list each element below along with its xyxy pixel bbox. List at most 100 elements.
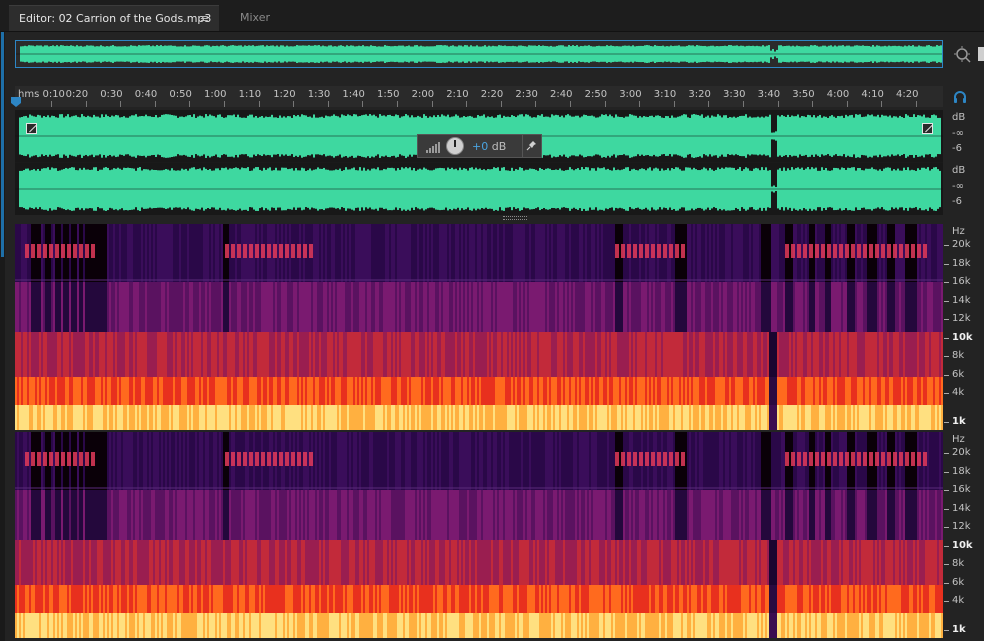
- time-tick: [189, 101, 191, 107]
- frequency-unit-label: Hz: [952, 434, 965, 445]
- time-tick: [673, 101, 675, 107]
- frequency-label: 6k: [952, 576, 965, 588]
- amplitude-label: -∞: [952, 128, 964, 139]
- panel-scroll-handle[interactable]: [978, 47, 984, 61]
- frequency-label: 1k: [952, 624, 966, 635]
- frequency-unit-label: Hz: [952, 226, 965, 237]
- amplitude-label: dB: [952, 165, 966, 176]
- frequency-label: 16k: [952, 484, 971, 495]
- amplitude-label: -6: [952, 196, 962, 207]
- panel-focus-indicator: [1, 32, 4, 257]
- volume-unit: dB: [491, 140, 507, 153]
- frequency-scale-right: Hz 20k 18k 16k 14k 12k 10k 8k 6k 4k 1k: [944, 432, 984, 638]
- time-tick-label: 2:00: [411, 89, 435, 100]
- frequency-label: 12k: [952, 521, 971, 532]
- spectral-display-right[interactable]: [15, 432, 943, 638]
- frequency-tick: [944, 319, 949, 320]
- frequency-tick: [944, 582, 949, 584]
- time-tick: [639, 101, 641, 107]
- time-tick: [85, 101, 87, 107]
- frequency-tick: [944, 527, 949, 528]
- time-tick: [120, 101, 122, 107]
- tab-editor[interactable]: Editor: 02 Carrion of the Gods.mp3 ≡: [9, 5, 219, 31]
- frequency-tick: [944, 630, 949, 631]
- frequency-tick: [944, 245, 949, 246]
- frequency-tick: [944, 545, 949, 547]
- frequency-tick: [944, 601, 949, 602]
- frequency-tick: [944, 356, 949, 357]
- frequency-label: 1k: [952, 416, 966, 427]
- time-tick-label: 1:00: [204, 89, 227, 100]
- time-tick-label: 0:40: [134, 89, 158, 100]
- time-tick-label: 2:10: [446, 89, 469, 100]
- time-tick-label: 2:30: [515, 89, 538, 100]
- time-tick: [293, 101, 295, 107]
- time-tick: [362, 101, 364, 107]
- frequency-tick: [944, 337, 949, 339]
- time-tick-label: 2:20: [480, 89, 504, 100]
- tab-editor-label: Editor: 02 Carrion of the Gods.mp3: [19, 12, 212, 25]
- frequency-label: 10k: [952, 331, 973, 343]
- amplitude-label: -∞: [952, 181, 964, 192]
- time-tick-label: 1:20: [273, 89, 296, 100]
- frequency-label: 12k: [952, 313, 971, 324]
- time-tick: [327, 101, 329, 107]
- frequency-label: 18k: [952, 257, 971, 269]
- frequency-tick: [944, 300, 949, 302]
- frequency-tick: [944, 374, 949, 376]
- headphones-icon[interactable]: [953, 90, 967, 104]
- frequency-tick: [944, 564, 949, 565]
- frequency-tick: [944, 508, 949, 510]
- time-tick: [777, 101, 779, 107]
- spectrogram-right: [15, 432, 943, 638]
- time-tick-label: 1:40: [342, 89, 365, 100]
- time-tick-label: 3:00: [619, 89, 642, 100]
- volume-hud[interactable]: +0 dB: [417, 134, 542, 158]
- time-tick-label: 2:40: [550, 89, 573, 100]
- frequency-label: 8k: [952, 350, 965, 361]
- time-tick: [604, 101, 606, 107]
- frequency-tick: [944, 453, 949, 454]
- time-tick-label: 3:50: [792, 89, 815, 100]
- time-tick-label: 1:50: [377, 89, 400, 100]
- waveform-channel-right[interactable]: [15, 163, 943, 215]
- tab-mixer[interactable]: Mixer: [222, 5, 288, 31]
- time-tick-label: 4:20: [896, 89, 919, 100]
- frequency-label: 20k: [952, 447, 971, 458]
- time-tick-label: 0:50: [169, 89, 192, 100]
- amplitude-label: -6: [952, 143, 962, 154]
- volume-knob-icon[interactable]: [446, 137, 464, 155]
- time-tick-label: 1:30: [307, 89, 331, 100]
- time-tick-label: 4:00: [826, 89, 850, 100]
- tab-menu-icon[interactable]: ≡: [200, 6, 209, 32]
- frequency-tick: [944, 422, 949, 423]
- time-tick: [881, 101, 883, 107]
- frequency-label: 6k: [952, 368, 965, 380]
- spectral-display-left[interactable]: [15, 224, 943, 430]
- time-tick: [570, 101, 571, 107]
- frequency-label: 4k: [952, 595, 965, 606]
- playhead-icon[interactable]: [10, 96, 22, 108]
- zoom-icon[interactable]: [953, 45, 973, 65]
- time-tick: [812, 101, 814, 107]
- fade-handle-icon[interactable]: [922, 123, 933, 134]
- time-tick: [535, 101, 537, 107]
- panel-splitter-handle[interactable]: [503, 216, 527, 220]
- time-tick-label: 1:10: [238, 89, 262, 100]
- frequency-label: 18k: [952, 465, 971, 477]
- fade-handle-icon[interactable]: [26, 123, 37, 134]
- frequency-tick: [944, 393, 949, 394]
- overview-navigator[interactable]: [15, 40, 943, 68]
- frequency-tick: [944, 263, 949, 265]
- tab-mixer-label: Mixer: [239, 11, 270, 24]
- time-ruler[interactable]: hms 0:10 0:20 0:30 0:40 0:50 1:00 1:10 1:20 1:30…: [15, 86, 943, 107]
- time-tick: [916, 101, 917, 107]
- volume-value[interactable]: +0 dB: [472, 140, 506, 153]
- time-tick: [500, 101, 502, 107]
- pin-icon[interactable]: [522, 135, 541, 157]
- spectrogram-left: [15, 224, 943, 430]
- tab-bar: Editor: 02 Carrion of the Gods.mp3 ≡ Mix…: [0, 0, 984, 32]
- amplitude-scale-left: dB -∞ -6: [944, 110, 984, 162]
- frequency-tick: [944, 490, 949, 491]
- overview-waveform: [16, 45, 942, 63]
